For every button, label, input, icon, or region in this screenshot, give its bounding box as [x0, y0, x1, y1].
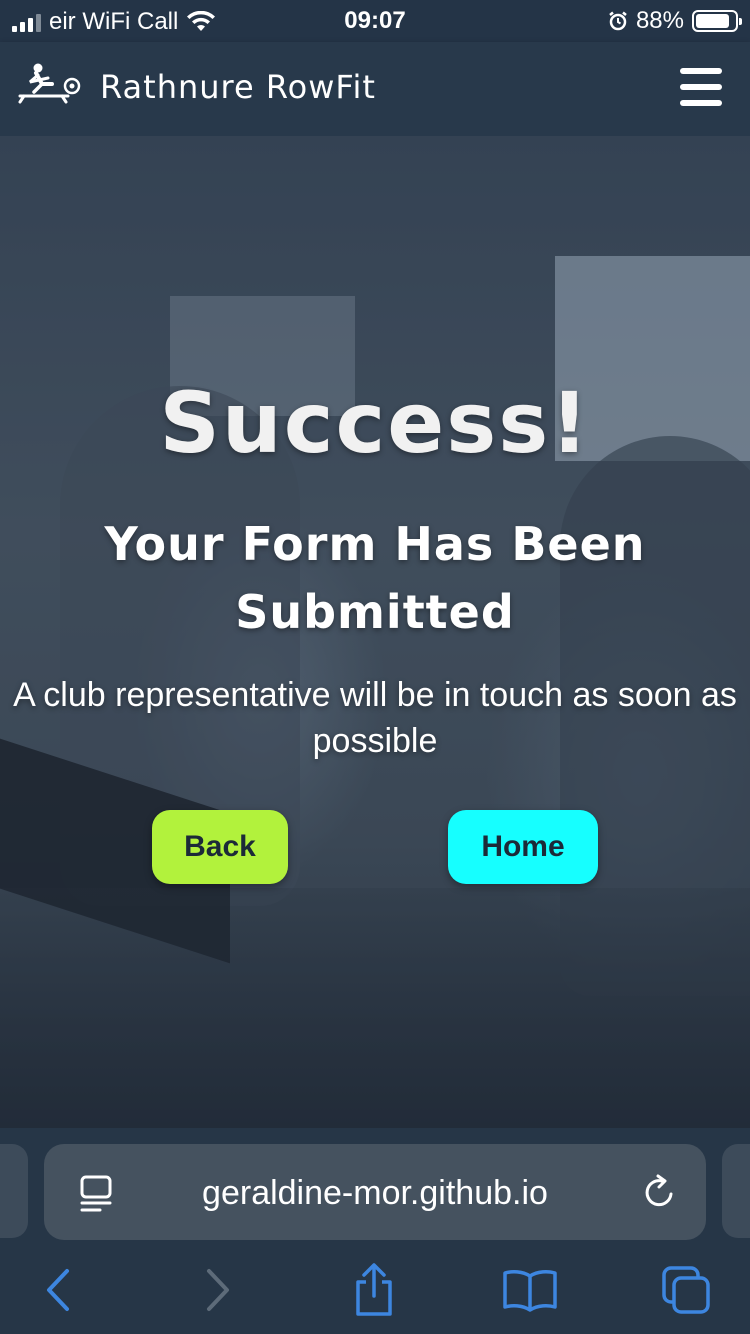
reload-icon[interactable]: [640, 1172, 680, 1212]
share-button[interactable]: [344, 1260, 404, 1320]
success-message: A club representative will be in touch a…: [13, 676, 737, 760]
battery-percent: 88%: [635, 7, 684, 34]
success-title: Success!: [159, 374, 591, 472]
hero-content: Success! Your Form Has Been Submitted A …: [0, 136, 750, 1128]
navbar: Rathnure RowFit: [0, 42, 750, 136]
status-bar: eir WiFi Call 09:07 88%: [0, 0, 750, 42]
battery-icon: [692, 10, 742, 32]
tabs-button[interactable]: [656, 1260, 716, 1320]
book-icon: [503, 1270, 557, 1312]
back-button[interactable]: Back: [152, 810, 288, 884]
previous-tab-peek[interactable]: [0, 1144, 28, 1238]
rowing-machine-logo-icon[interactable]: [18, 62, 82, 106]
alarm-icon: [609, 11, 627, 31]
address-bar[interactable]: geraldine-mor.github.io: [44, 1144, 706, 1240]
chevron-right-icon: [207, 1269, 229, 1311]
browser-toolbar: [0, 1244, 750, 1334]
browser-url-area: geraldine-mor.github.io: [0, 1128, 750, 1244]
chevron-left-icon: [47, 1269, 69, 1311]
back-nav-button[interactable]: [28, 1260, 88, 1320]
status-right: 88%: [608, 7, 742, 35]
next-tab-peek[interactable]: [722, 1144, 750, 1238]
home-button[interactable]: Home: [448, 810, 598, 884]
brand-name[interactable]: Rathnure RowFit: [100, 68, 376, 106]
share-icon: [356, 1263, 392, 1316]
menu-hamburger-icon[interactable]: [680, 68, 722, 106]
tabs-icon: [662, 1266, 710, 1314]
hero-section: Success! Your Form Has Been Submitted A …: [0, 136, 750, 1128]
battery-fill: [696, 14, 730, 28]
url-text[interactable]: geraldine-mor.github.io: [134, 1174, 616, 1213]
page-menu-icon[interactable]: [78, 1174, 114, 1214]
phone-screen: eir WiFi Call 09:07 88% Rathnure RowFit …: [0, 0, 750, 1334]
bookmarks-button[interactable]: [500, 1260, 560, 1320]
forward-nav-button[interactable]: [188, 1260, 248, 1320]
success-subtitle: Your Form Has Been Submitted: [104, 517, 646, 639]
